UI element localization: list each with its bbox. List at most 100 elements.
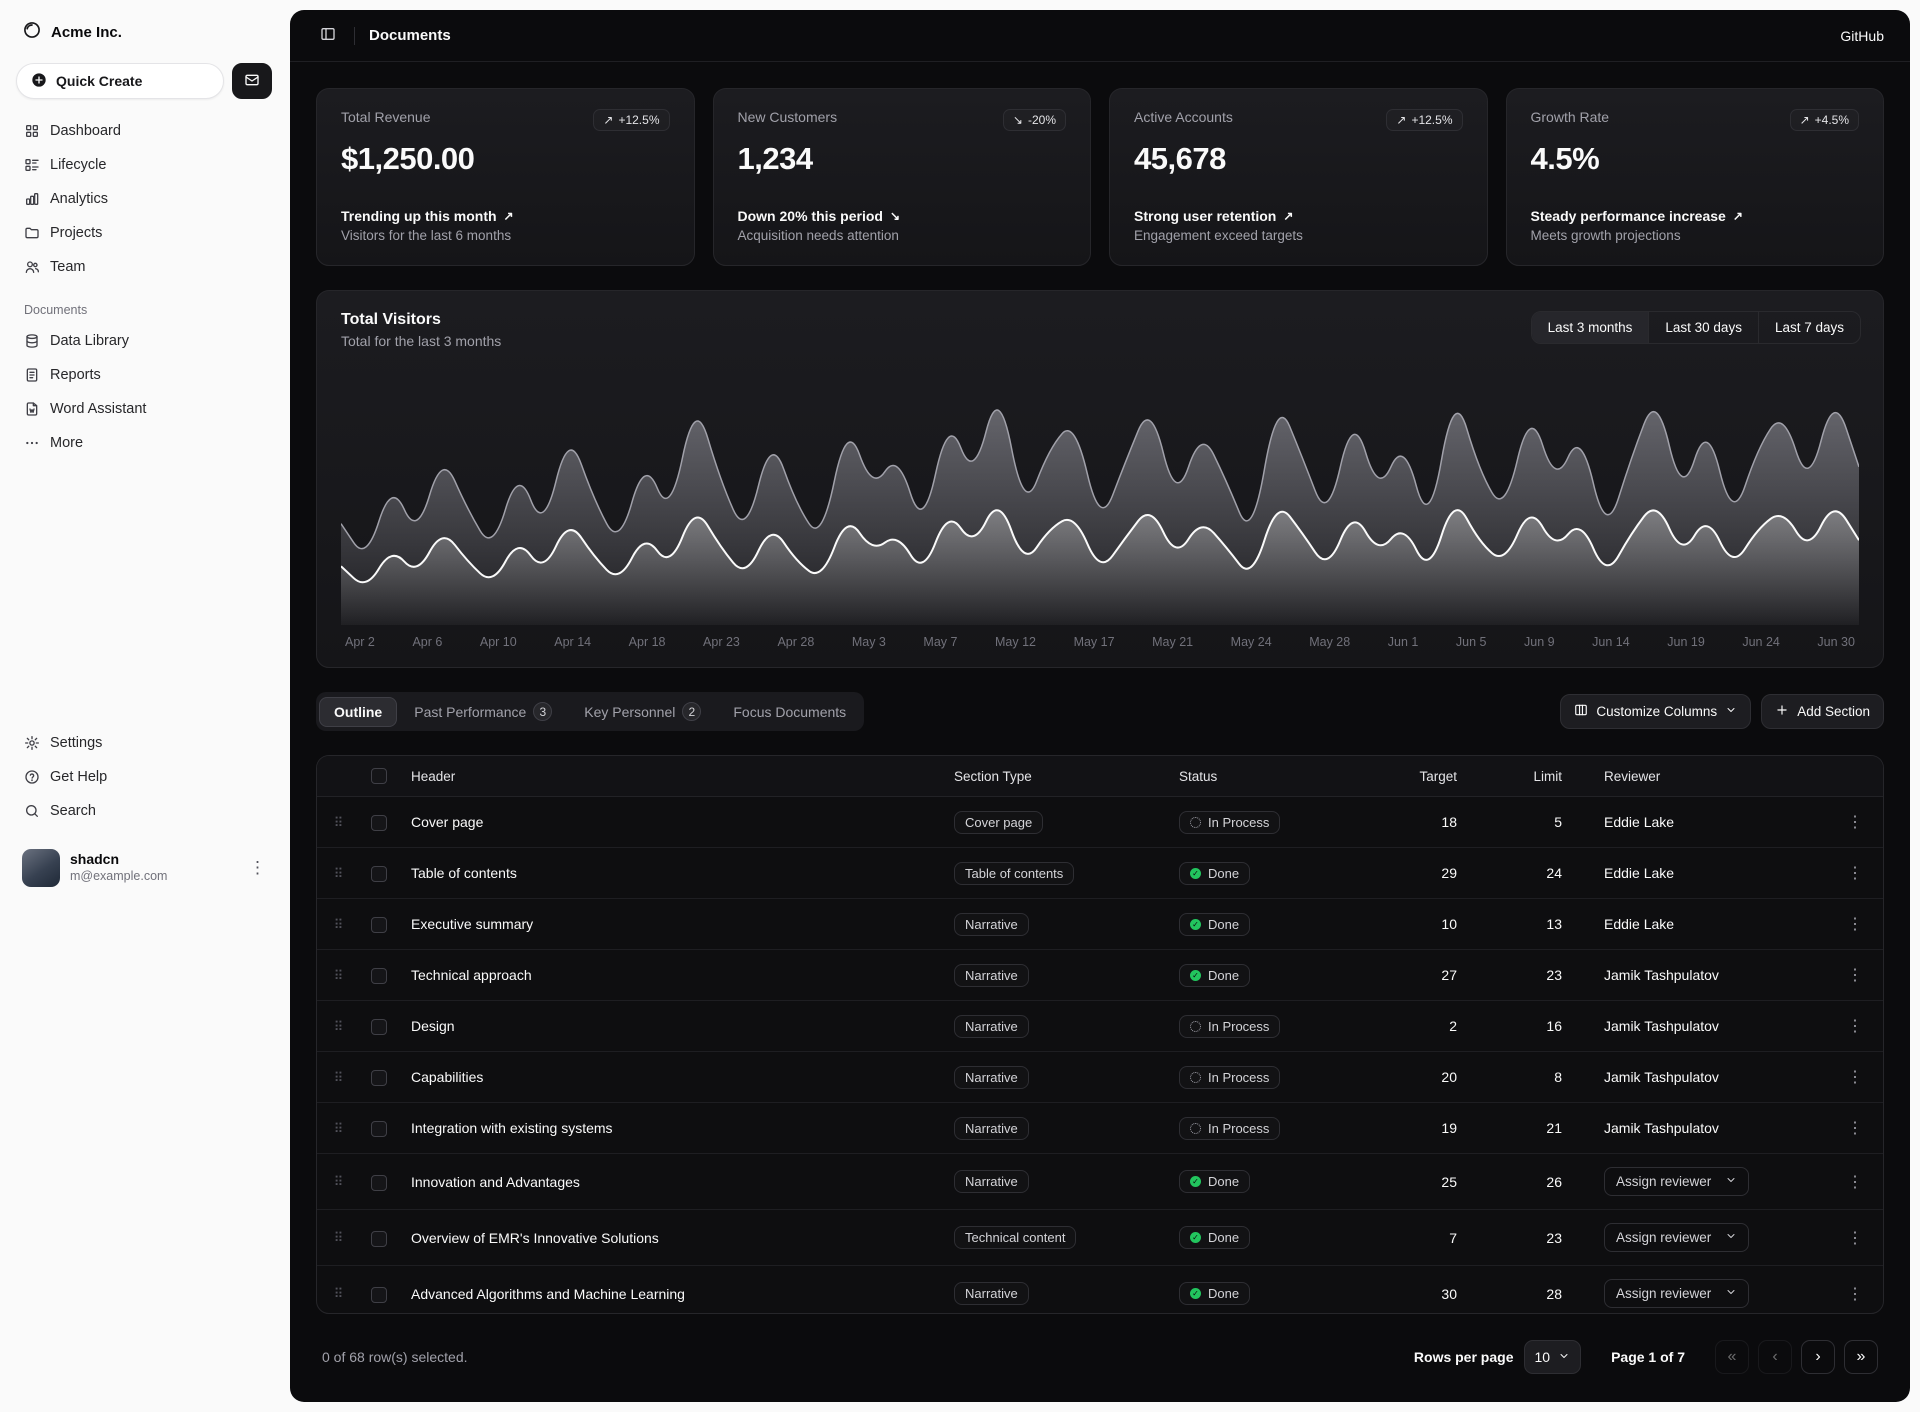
row-menu-button[interactable]: ⋮: [1839, 861, 1871, 885]
drag-handle-icon[interactable]: ⠿: [334, 917, 343, 932]
row-header-link[interactable]: Design: [411, 1018, 455, 1034]
sidebar-item-data-library[interactable]: Data Library: [14, 325, 274, 357]
trend-badge: ↗+12.5%: [1386, 109, 1462, 131]
x-axis-label: Apr 18: [629, 635, 666, 649]
sidebar-item-get-help[interactable]: Get Help: [14, 761, 274, 793]
stats-row: Total Revenue ↗+12.5% $1,250.00 Trending…: [316, 88, 1884, 266]
row-checkbox[interactable]: [371, 1121, 387, 1137]
drag-handle-icon[interactable]: ⠿: [334, 1121, 343, 1136]
tab-focus-documents[interactable]: Focus Documents: [718, 697, 861, 727]
row-header-link[interactable]: Capabilities: [411, 1069, 483, 1085]
drag-handle-icon[interactable]: ⠿: [334, 1286, 343, 1301]
drag-handle-icon[interactable]: ⠿: [334, 1174, 343, 1189]
table-row: ⠿Integration with existing systemsNarrat…: [317, 1103, 1883, 1154]
row-checkbox[interactable]: [371, 1231, 387, 1247]
drag-handle-icon[interactable]: ⠿: [334, 1019, 343, 1034]
row-header-link[interactable]: Innovation and Advantages: [411, 1174, 580, 1190]
rows-per-page-select[interactable]: 10: [1524, 1340, 1582, 1374]
section-type-badge: Narrative: [954, 1015, 1029, 1038]
sidebar-item-dashboard[interactable]: Dashboard: [14, 115, 274, 147]
row-header-link[interactable]: Table of contents: [411, 865, 517, 881]
check-circle-icon: [1190, 868, 1201, 879]
row-checkbox[interactable]: [371, 1175, 387, 1191]
loader-icon: [1190, 1123, 1201, 1134]
reviewer-name: Jamik Tashpulatov: [1604, 967, 1719, 983]
sidebar-item-analytics[interactable]: Analytics: [14, 183, 274, 215]
row-header-link[interactable]: Integration with existing systems: [411, 1120, 613, 1136]
row-menu-button[interactable]: ⋮: [1839, 810, 1871, 834]
prev-page-button[interactable]: ‹: [1758, 1340, 1792, 1374]
sidebar-item-word-assistant[interactable]: Word Assistant: [14, 393, 274, 425]
user-menu[interactable]: shadcn m@example.com ⋮: [14, 841, 274, 895]
stat-card-new-customers: New Customers ↘-20% 1,234 Down 20% this …: [713, 88, 1092, 266]
file-word-icon: [24, 401, 40, 417]
sidebar-item-settings[interactable]: Settings: [14, 727, 274, 759]
row-header-link[interactable]: Overview of EMR's Innovative Solutions: [411, 1230, 659, 1246]
sidebar-item-lifecycle[interactable]: Lifecycle: [14, 149, 274, 181]
first-page-button[interactable]: «: [1715, 1340, 1749, 1374]
sidebar-item-team[interactable]: Team: [14, 251, 274, 283]
next-page-button[interactable]: ›: [1801, 1340, 1835, 1374]
check-circle-icon: [1190, 1176, 1201, 1187]
table-row: ⠿DesignNarrativeIn Process216Jamik Tashp…: [317, 1001, 1883, 1052]
tab-key-personnel[interactable]: Key Personnel2: [569, 695, 716, 728]
range-last-7-days[interactable]: Last 7 days: [1758, 312, 1860, 343]
x-axis-label: Apr 14: [554, 635, 591, 649]
table-toolbar: Customize Columns Add Section: [1560, 694, 1884, 729]
sidebar-toggle-button[interactable]: [316, 22, 340, 49]
drag-handle-icon[interactable]: ⠿: [334, 815, 343, 830]
row-menu-button[interactable]: ⋮: [1839, 963, 1871, 987]
sidebar-item-more[interactable]: More: [14, 427, 274, 459]
row-menu-button[interactable]: ⋮: [1839, 1282, 1871, 1306]
add-section-button[interactable]: Add Section: [1761, 694, 1884, 729]
drag-handle-icon[interactable]: ⠿: [334, 968, 343, 983]
sidebar-item-search[interactable]: Search: [14, 795, 274, 827]
row-checkbox[interactable]: [371, 1287, 387, 1303]
more-vertical-icon: ⋮: [249, 858, 266, 878]
row-menu-button[interactable]: ⋮: [1839, 1116, 1871, 1140]
sections-table: Header Section Type Status Target Limit …: [317, 756, 1883, 1314]
inbox-button[interactable]: [232, 63, 272, 99]
row-checkbox[interactable]: [371, 815, 387, 831]
org-switcher[interactable]: Acme Inc.: [14, 14, 274, 51]
column-header: Section Type: [942, 756, 1167, 797]
row-menu-button[interactable]: ⋮: [1839, 1065, 1871, 1089]
github-link[interactable]: GitHub: [1840, 28, 1884, 44]
row-checkbox[interactable]: [371, 968, 387, 984]
row-checkbox[interactable]: [371, 1019, 387, 1035]
assign-reviewer-select[interactable]: Assign reviewer: [1604, 1279, 1749, 1308]
target-value: 19: [1372, 1103, 1487, 1154]
view-tabs: Outline Past Performance3 Key Personnel2…: [316, 692, 864, 731]
target-value: 18: [1372, 797, 1487, 848]
row-menu-button[interactable]: ⋮: [1839, 1170, 1871, 1194]
row-menu-button[interactable]: ⋮: [1839, 912, 1871, 936]
select-all-checkbox[interactable]: [371, 768, 387, 784]
quick-create-button[interactable]: Quick Create: [16, 63, 224, 99]
assign-reviewer-select[interactable]: Assign reviewer: [1604, 1223, 1749, 1252]
pagination-controls: « ‹ › »: [1715, 1340, 1878, 1374]
sidebar-item-reports[interactable]: Reports: [14, 359, 274, 391]
range-last-3-months[interactable]: Last 3 months: [1532, 312, 1649, 343]
row-checkbox[interactable]: [371, 866, 387, 882]
row-menu-button[interactable]: ⋮: [1839, 1226, 1871, 1250]
row-header-link[interactable]: Executive summary: [411, 916, 533, 932]
tab-outline[interactable]: Outline: [319, 697, 397, 727]
sections-table-card: Header Section Type Status Target Limit …: [316, 755, 1884, 1314]
drag-handle-icon[interactable]: ⠿: [334, 866, 343, 881]
range-last-30-days[interactable]: Last 30 days: [1648, 312, 1758, 343]
row-checkbox[interactable]: [371, 917, 387, 933]
last-page-button[interactable]: »: [1844, 1340, 1878, 1374]
row-header-link[interactable]: Technical approach: [411, 967, 532, 983]
sidebar-item-projects[interactable]: Projects: [14, 217, 274, 249]
row-header-link[interactable]: Cover page: [411, 814, 483, 830]
list-details-icon: [24, 157, 40, 173]
row-menu-button[interactable]: ⋮: [1839, 1014, 1871, 1038]
row-checkbox[interactable]: [371, 1070, 387, 1086]
customize-columns-button[interactable]: Customize Columns: [1560, 694, 1751, 729]
row-header-link[interactable]: Advanced Algorithms and Machine Learning: [411, 1286, 685, 1302]
drag-handle-icon[interactable]: ⠿: [334, 1230, 343, 1245]
assign-reviewer-select[interactable]: Assign reviewer: [1604, 1167, 1749, 1196]
column-header: Header: [399, 756, 942, 797]
drag-handle-icon[interactable]: ⠿: [334, 1070, 343, 1085]
tab-past-performance[interactable]: Past Performance3: [399, 695, 567, 728]
